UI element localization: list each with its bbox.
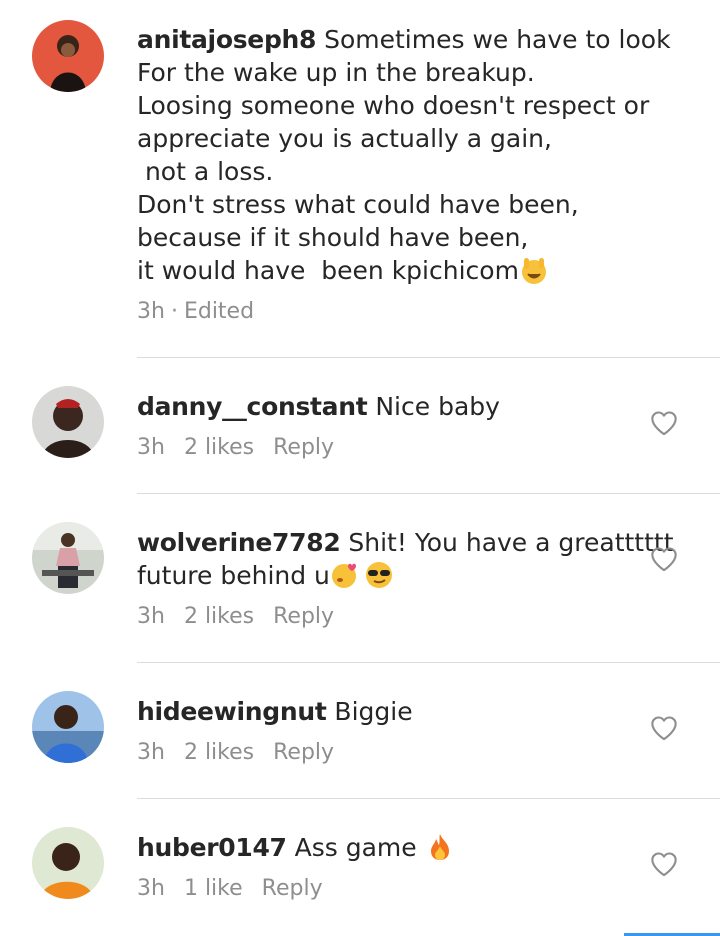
avatar[interactable] [32, 691, 104, 763]
fire-emoji-icon [425, 832, 455, 862]
comment-text: danny__constant Nice baby [137, 390, 677, 423]
divider [137, 493, 720, 494]
edited-label: Edited [183, 299, 255, 324]
username-link[interactable]: danny__constant [137, 392, 368, 421]
comment-meta: 3h 2 likes Reply [137, 602, 677, 632]
comment-text: wolverine7782 Shit! You have a greattttt… [137, 526, 677, 592]
comment-text: anitajoseph8 Sometimes we have to look F… [137, 23, 677, 287]
comment-body: Ass game [286, 833, 425, 862]
avatar[interactable] [32, 522, 104, 594]
likes-count[interactable]: 2 likes [184, 740, 254, 765]
likes-count[interactable]: 2 likes [184, 604, 254, 629]
comment-text: hideewingnut Biggie [137, 695, 677, 728]
heart-outline-icon[interactable] [650, 715, 678, 741]
comment-meta: 3h 1 like Reply [137, 874, 677, 904]
divider [137, 798, 720, 799]
reply-button[interactable]: Reply [273, 435, 334, 460]
comment-body: Nice baby [367, 392, 500, 421]
comment-time: 3h [137, 435, 165, 460]
comment-time: 3h [137, 740, 165, 765]
comment-time: 3h [137, 604, 165, 629]
username-link[interactable]: anitajoseph8 [137, 25, 316, 54]
reply-button[interactable]: Reply [262, 876, 323, 901]
username-link[interactable]: hideewingnut [137, 697, 327, 726]
comment-meta: 3h · Edited [137, 297, 677, 327]
heart-outline-icon[interactable] [650, 851, 678, 877]
avatar[interactable] [32, 386, 104, 458]
horns-emoji-icon [519, 255, 549, 285]
comment-body: Biggie [326, 697, 413, 726]
likes-count[interactable]: 2 likes [184, 435, 254, 460]
username-link[interactable]: wolverine7782 [137, 528, 341, 557]
heart-outline-icon[interactable] [650, 546, 678, 572]
comment-time: 3h [137, 876, 165, 901]
heart-outline-icon[interactable] [650, 410, 678, 436]
sunglasses-emoji-icon [364, 560, 394, 590]
username-link[interactable]: huber0147 [137, 833, 287, 862]
comment-time: 3h [137, 299, 165, 324]
comment-body: Sometimes we have to look For the wake u… [137, 25, 671, 285]
divider [137, 662, 720, 663]
comment-text: huber0147 Ass game [137, 831, 677, 864]
reply-button[interactable]: Reply [273, 740, 334, 765]
avatar[interactable] [32, 20, 104, 92]
meta-separator: · [170, 299, 178, 324]
kiss-emoji-icon [330, 560, 360, 590]
comment-meta: 3h 2 likes Reply [137, 433, 677, 463]
comment-meta: 3h 2 likes Reply [137, 738, 677, 768]
likes-count[interactable]: 1 like [184, 876, 243, 901]
divider [137, 357, 720, 358]
reply-button[interactable]: Reply [273, 604, 334, 629]
avatar[interactable] [32, 827, 104, 899]
